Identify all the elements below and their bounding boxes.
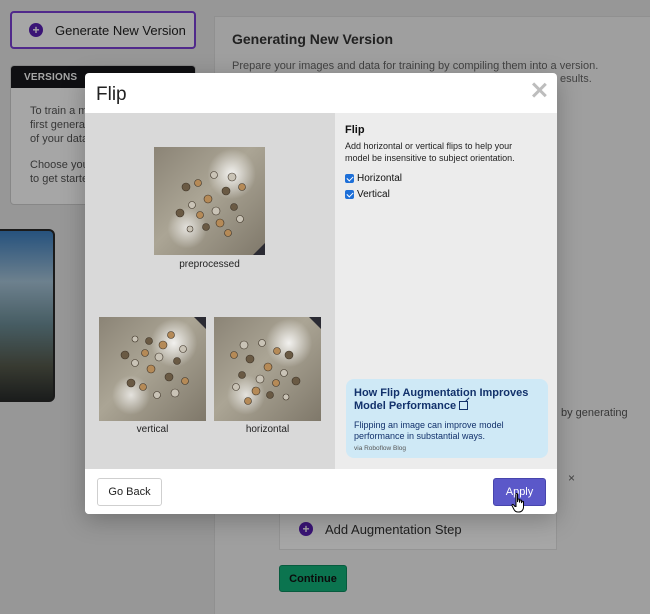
coins-illustration [230,339,301,405]
settings-description-line: Add horizontal or vertical flips to help… [345,141,513,151]
settings-description-line: model be insensitive to subject orientat… [345,153,515,163]
preprocessed-caption: preprocessed [179,259,240,270]
horizontal-caption: horizontal [245,424,290,435]
horizontal-checkbox-row[interactable]: Horizontal [345,173,402,184]
blog-source: via Roboflow Blog [354,445,407,452]
horizontal-checkbox-label[interactable]: Horizontal [357,173,402,184]
blog-description-line: Flipping an image can improve model [354,420,504,430]
image-corner-marker [194,317,206,329]
image-corner-marker [253,243,265,255]
close-icon[interactable] [530,81,548,99]
go-back-button[interactable]: Go Back [97,478,162,506]
horizontal-flip-image [214,317,321,421]
blog-title-line: How Flip Augmentation Improves [354,387,529,399]
blog-card[interactable]: How Flip Augmentation Improves Model Per… [346,379,548,458]
settings-description: Add horizontal or vertical flips to help… [345,140,515,164]
vertical-checkbox-row[interactable]: Vertical [345,189,390,200]
modal-footer: Go Back Apply [85,469,557,514]
blog-title-link[interactable]: How Flip Augmentation Improves Model Per… [354,387,540,413]
vertical-checkbox[interactable] [345,190,354,199]
horizontal-checkbox[interactable] [345,174,354,183]
settings-pane: Flip Add horizontal or vertical flips to… [335,113,557,469]
vertical-checkbox-label[interactable]: Vertical [357,189,390,200]
flip-modal: Flip preprocessed vertical horizontal Fl… [85,73,557,514]
vertical-caption: vertical [136,424,169,435]
blog-description-line: performance in substantial ways. [354,431,486,441]
external-link-icon [459,401,469,410]
image-corner-marker [309,317,321,329]
coins-illustration [175,171,246,237]
preview-pane: preprocessed vertical horizontal [85,113,335,469]
settings-heading: Flip [345,124,365,136]
modal-title: Flip [96,84,127,105]
coins-illustration [120,331,189,399]
vertical-flip-image [99,317,206,421]
blog-title-line: Model Performance [354,400,457,412]
hand-pointer-icon [511,493,524,513]
blog-description: Flipping an image can improve model perf… [354,420,540,442]
preprocessed-image [154,147,265,255]
